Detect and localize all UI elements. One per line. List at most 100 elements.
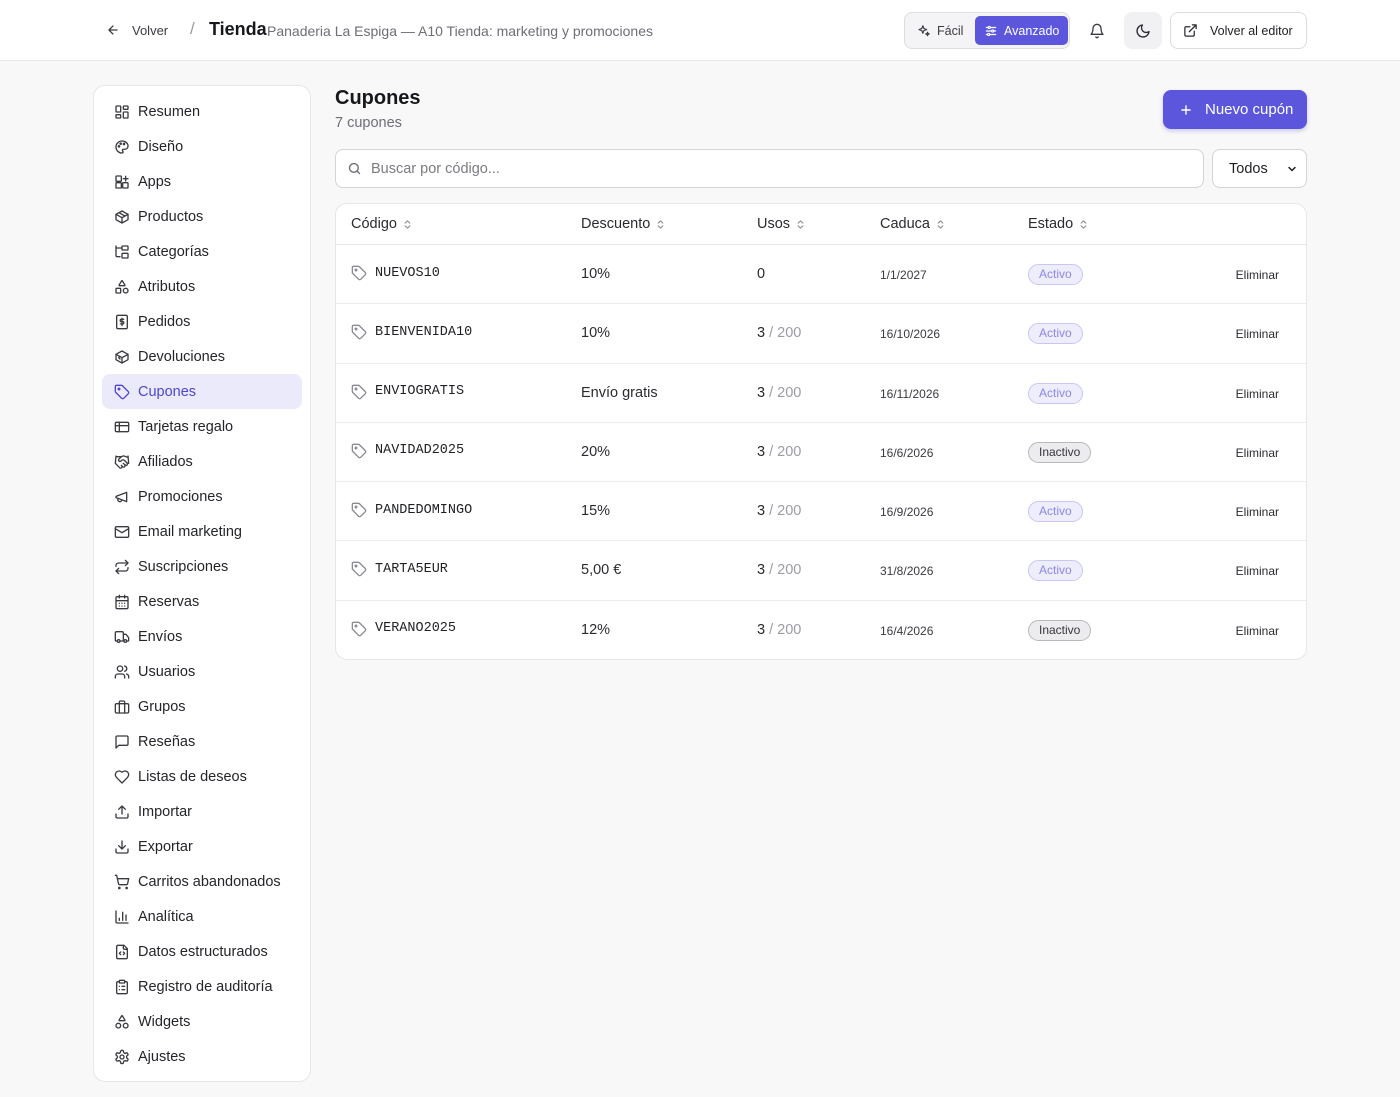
delete-coupon-button[interactable]: Eliminar (1236, 505, 1279, 519)
coupon-code: TARTA5EUR (351, 561, 448, 577)
uses-limit: / 200 (765, 443, 802, 460)
back-to-editor-button[interactable]: Volver al editor (1170, 12, 1307, 49)
mode-easy-label: Fácil (937, 23, 964, 38)
column-header-estado[interactable]: Estado (1028, 216, 1089, 232)
back-label: Volver (132, 22, 169, 38)
sidebar-item-exportar[interactable]: Exportar (102, 829, 302, 864)
sidebar-item-suscripciones[interactable]: Suscripciones (102, 549, 302, 584)
sidebar-item-tarjetas-regalo[interactable]: Tarjetas regalo (102, 409, 302, 444)
status-badge: Activo (1028, 323, 1083, 345)
palette-icon (114, 139, 130, 155)
coupon-uses: 3 / 200 (757, 503, 801, 519)
sidebar-item-promociones[interactable]: Promociones (102, 479, 302, 514)
sidebar-item-atributos[interactable]: Atributos (102, 269, 302, 304)
new-coupon-label: Nuevo cupón (1205, 101, 1294, 118)
sidebar-item-label: Categorías (138, 243, 209, 260)
sidebar-item-ajustes[interactable]: Ajustes (102, 1039, 302, 1074)
sidebar-item-label: Resumen (138, 103, 201, 120)
status-filter-select[interactable]: Todos (1212, 149, 1307, 188)
sidebar-item-label: Apps (138, 173, 172, 190)
sidebar-item-productos[interactable]: Productos (102, 199, 302, 234)
tag-icon (351, 561, 367, 577)
coupon-uses: 3 / 200 (757, 385, 801, 401)
table-row: BIENVENIDA10 10% 3 / 200 16/10/2026 Activo El… (336, 304, 1306, 364)
sidebar-item-devoluciones[interactable]: Devoluciones (102, 339, 302, 374)
delete-coupon-button[interactable]: Eliminar (1236, 624, 1279, 638)
search-icon (347, 161, 362, 176)
theme-toggle-button[interactable] (1124, 12, 1162, 49)
plus-icon (1179, 103, 1193, 117)
sidebar-item-label: Analítica (138, 908, 194, 925)
sidebar-item-label: Tarjetas regalo (138, 418, 234, 435)
coupon-code-text: NAVIDAD2025 (375, 443, 465, 459)
coupon-discount: 20% (581, 443, 611, 460)
gift-card-icon (114, 419, 130, 435)
coupon-discount: 12% (581, 621, 611, 638)
column-header-usos[interactable]: Usos (757, 216, 806, 232)
sidebar-item-analitica[interactable]: Analítica (102, 899, 302, 934)
column-header-codigo[interactable]: Código (351, 216, 413, 232)
column-header-label: Estado (1028, 216, 1074, 232)
message-icon (114, 734, 130, 750)
bell-icon (1089, 23, 1105, 39)
sidebar-item-email-marketing[interactable]: Email marketing (102, 514, 302, 549)
table-row: ENVIOGRATIS Envío gratis 3 / 200 16/11/2026… (336, 364, 1306, 423)
sidebar-nav: Resumen Diseño Apps Productos Categorías Atri… (93, 85, 311, 1082)
sidebar-item-registro-de-auditoria[interactable]: Registro de auditoría (102, 969, 302, 1004)
sidebar-item-reservas[interactable]: Reservas (102, 584, 302, 619)
truck-icon (114, 629, 130, 645)
column-header-descuento[interactable]: Descuento (581, 216, 666, 232)
mode-easy-button[interactable]: Fácil (908, 16, 972, 45)
sidebar-item-listas-de-deseos[interactable]: Listas de deseos (102, 759, 302, 794)
tag-icon (351, 324, 367, 340)
sidebar-item-envios[interactable]: Envíos (102, 619, 302, 654)
status-badge: Activo (1028, 560, 1083, 582)
status-badge: Activo (1028, 501, 1083, 523)
coupon-count: 7 cupones (335, 115, 402, 131)
sidebar-item-apps[interactable]: Apps (102, 164, 302, 199)
sidebar-item-diseno[interactable]: Diseño (102, 129, 302, 164)
sidebar-item-label: Reseñas (138, 733, 196, 750)
coupon-uses: 3 / 200 (757, 622, 801, 638)
notifications-button[interactable] (1078, 12, 1116, 49)
coupon-discount: 10% (581, 266, 611, 282)
coupon-expiry: 1/1/2027 (880, 268, 927, 282)
sidebar-item-resumen[interactable]: Resumen (102, 94, 302, 129)
shapes-icon (114, 279, 130, 295)
sidebar-item-usuarios[interactable]: Usuarios (102, 654, 302, 689)
sidebar-item-label: Devoluciones (138, 348, 226, 365)
uses-limit: / 200 (765, 325, 802, 342)
sidebar-item-label: Listas de deseos (138, 768, 247, 785)
sidebar-item-afiliados[interactable]: Afiliados (102, 444, 302, 479)
delete-coupon-button[interactable]: Eliminar (1236, 327, 1279, 341)
sidebar-item-grupos[interactable]: Grupos (102, 689, 302, 724)
uses-count: 3 (757, 443, 766, 460)
uses-count: 3 (757, 562, 766, 579)
back-button[interactable]: Volver (96, 14, 178, 46)
sidebar-item-label: Registro de auditoría (138, 978, 273, 995)
delete-coupon-button[interactable]: Eliminar (1236, 564, 1279, 578)
sort-icon (402, 218, 413, 231)
delete-coupon-button[interactable]: Eliminar (1236, 387, 1279, 401)
new-coupon-button[interactable]: Nuevo cupón (1163, 90, 1307, 129)
delete-coupon-button[interactable]: Eliminar (1236, 446, 1279, 460)
sidebar-item-datos-estructurados[interactable]: Datos estructurados (102, 934, 302, 969)
grid-icon (114, 104, 130, 120)
column-header-caduca[interactable]: Caduca (880, 216, 946, 232)
sidebar-item-label: Usuarios (138, 663, 196, 680)
sidebar-item-carritos-abandonados[interactable]: Carritos abandonados (102, 864, 302, 899)
sidebar-item-pedidos[interactable]: Pedidos (102, 304, 302, 339)
mail-icon (114, 524, 130, 540)
search-input[interactable] (371, 160, 1203, 177)
coupon-code-text: ENVIOGRATIS (375, 384, 465, 400)
sidebar-item-cupones[interactable]: Cupones (102, 374, 302, 409)
sidebar-item-resenas[interactable]: Reseñas (102, 724, 302, 759)
status-badge: Activo (1028, 264, 1083, 285)
table-row: NUEVOS10 10% 0 1/1/2027 Activo Eliminar (336, 245, 1306, 305)
mode-advanced-button[interactable]: Avanzado (975, 16, 1069, 45)
delete-coupon-button[interactable]: Eliminar (1236, 268, 1279, 282)
sidebar-item-categorias[interactable]: Categorías (102, 234, 302, 269)
sidebar-item-widgets[interactable]: Widgets (102, 1004, 302, 1039)
sidebar-item-importar[interactable]: Importar (102, 794, 302, 829)
coupon-status: Inactivo (1028, 441, 1092, 463)
